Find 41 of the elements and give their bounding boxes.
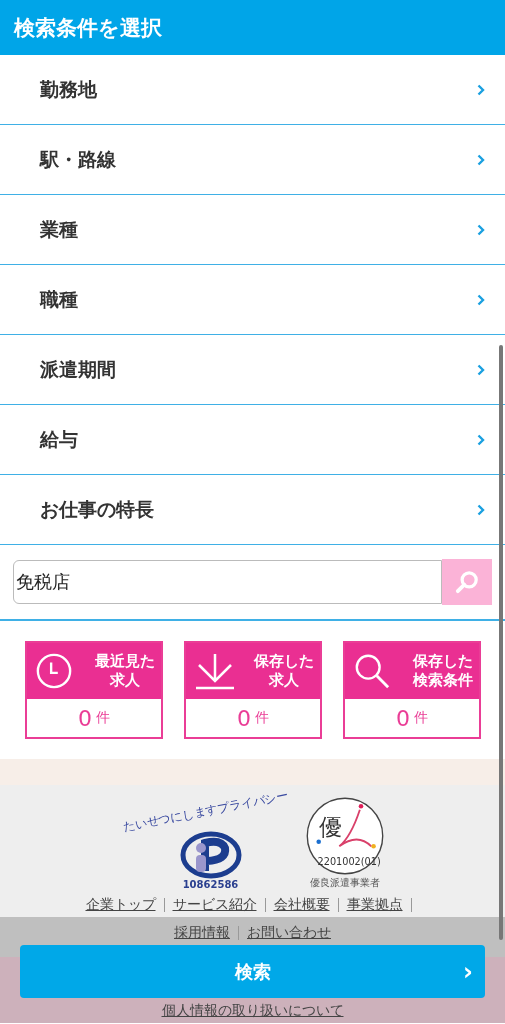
privacy-mark-logo: たいせつにしますプライバシー — [120, 789, 301, 879]
card-label: 最近見た — [95, 651, 155, 671]
footer-link[interactable]: 事業拠点 — [346, 896, 403, 914]
chevron-icon — [477, 503, 485, 516]
count-unit: 件 — [414, 709, 428, 727]
chevron-icon — [477, 433, 485, 446]
card-label: 保存した — [413, 651, 473, 671]
footer-link[interactable]: お問い合わせ — [247, 924, 331, 942]
chevron-icon — [477, 363, 485, 376]
scrollbar[interactable] — [499, 345, 503, 940]
search-icon — [454, 569, 480, 595]
card-label: 求人 — [269, 671, 299, 691]
download-icon — [194, 652, 236, 690]
footer-link[interactable]: 会社概要 — [273, 896, 330, 914]
card-label: 検索条件 — [413, 671, 473, 691]
search-button[interactable] — [442, 559, 492, 605]
count-number: 0 — [78, 705, 92, 731]
menu-item[interactable]: 職種 — [0, 265, 505, 335]
chevron-icon — [477, 223, 485, 236]
chevron-icon — [477, 153, 485, 166]
mark-caption: 優良派遣事業者 — [309, 876, 380, 890]
mark-number: 10862586 — [182, 879, 239, 890]
card-label: 保存した — [254, 651, 314, 671]
count-number: 0 — [237, 705, 251, 731]
menu-item[interactable]: 勤務地 — [0, 55, 505, 125]
policy-link[interactable]: 個人情報の取り扱いについて — [161, 1002, 344, 1020]
card-label: 求人 — [110, 671, 140, 691]
chevron-icon — [477, 83, 485, 96]
clock-icon — [35, 652, 73, 690]
search-icon — [353, 652, 391, 690]
chevron-icon — [477, 293, 485, 306]
menu-item[interactable]: 駅・路線 — [0, 125, 505, 195]
count-unit: 件 — [96, 709, 110, 727]
keyword-field[interactable]: 免税店 — [13, 560, 442, 604]
count-unit: 件 — [255, 709, 269, 727]
footer-link[interactable]: 企業トップ — [85, 896, 156, 914]
footer-link[interactable]: 採用情報 — [174, 924, 230, 942]
count-number: 0 — [396, 705, 410, 731]
footer-link[interactable]: サービス紹介 — [172, 896, 257, 914]
page-title: 検索条件を選択 — [14, 14, 162, 42]
menu-item[interactable]: 業種 — [0, 195, 505, 265]
